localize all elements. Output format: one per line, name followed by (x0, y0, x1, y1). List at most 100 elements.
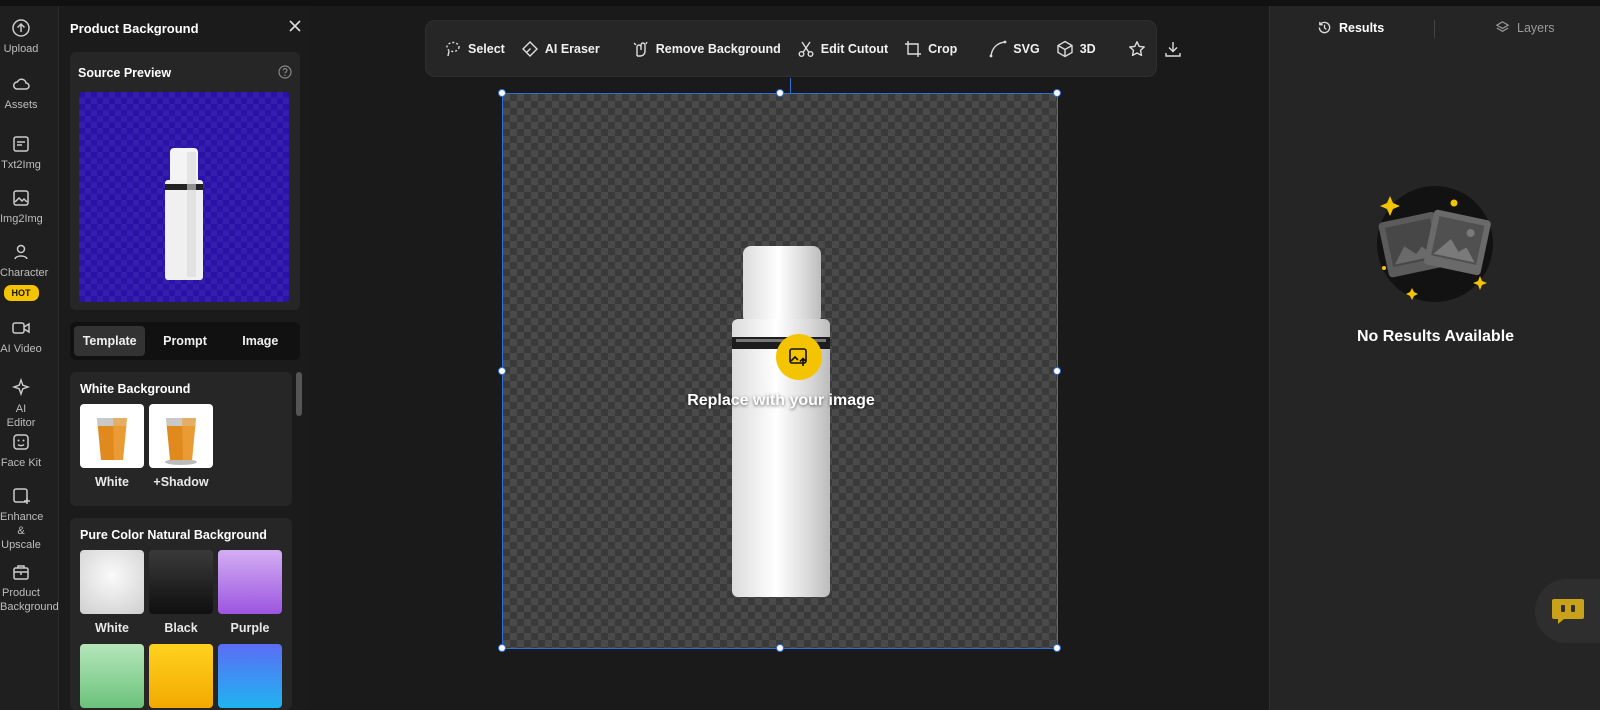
rail-item-enhance[interactable]: Enhance & Upscale (0, 486, 44, 552)
image-upload-icon (789, 348, 807, 366)
color-purple[interactable] (218, 550, 282, 614)
lasso-icon (446, 41, 460, 56)
3d-button[interactable]: 3D (1056, 40, 1096, 58)
template-label: +Shadow (153, 475, 209, 489)
color-label: Black (164, 621, 198, 635)
resize-handle-top[interactable] (776, 89, 784, 97)
resize-handle-top-left[interactable] (498, 89, 506, 97)
favorite-button[interactable] (1128, 40, 1146, 58)
rail-item-ai-video[interactable]: AI Video (0, 318, 42, 356)
tab-image[interactable]: Image (225, 326, 296, 356)
remove-bg-icon (633, 41, 648, 57)
rail-label-txt2img: Txt2Img (1, 159, 41, 171)
rail-label-face-kit: Face Kit (0, 457, 42, 469)
template-white[interactable] (80, 404, 144, 468)
edit-cutout-button[interactable]: Edit Cutout (797, 40, 888, 58)
color-yellow[interactable] (149, 644, 213, 708)
select-label: Select (468, 41, 505, 56)
source-preview-image (79, 92, 289, 302)
editor-toolbar: Select AI Eraser Remove Background Edit … (425, 20, 1181, 77)
rail-label-enhance: Enhance & Upscale (0, 511, 44, 551)
source-preview-title: Source Preview (78, 66, 172, 80)
product-background-panel: Product Background Source Preview Templa… (60, 6, 310, 710)
color-black[interactable] (149, 550, 213, 614)
download-icon (1164, 41, 1181, 57)
video-icon (12, 322, 30, 334)
tab-prompt[interactable]: Prompt (149, 326, 220, 356)
rail-item-product-background[interactable]: Product Background (0, 562, 59, 614)
rail-item-face-kit[interactable]: Face Kit (0, 432, 42, 470)
tab-layers[interactable]: Layers (1495, 20, 1555, 35)
color-white[interactable] (80, 550, 144, 614)
canvas-image-frame[interactable]: Replace with your image (498, 89, 1061, 652)
canvas-area: Select AI Eraser Remove Background Edit … (310, 6, 1269, 710)
remove-background-label: Remove Background (655, 41, 781, 56)
sidebar-scrollbar[interactable] (296, 372, 302, 416)
enhance-icon (13, 488, 30, 504)
chat-icon (1551, 599, 1584, 624)
ai-eraser-button[interactable]: AI Eraser (521, 40, 600, 58)
crop-button[interactable]: Crop (904, 40, 957, 58)
svg-label: SVG (1013, 41, 1040, 56)
template-label: White (94, 475, 130, 489)
cup-thumbnail (165, 418, 197, 465)
color-blue[interactable] (218, 644, 282, 708)
resize-handle-bottom-right[interactable] (1053, 644, 1061, 652)
template-white-shadow[interactable] (149, 404, 213, 468)
resize-handle-top-right[interactable] (1053, 89, 1061, 97)
cup-thumbnail (97, 418, 127, 460)
download-button[interactable] (1164, 40, 1182, 58)
tab-template[interactable]: Template (74, 326, 146, 356)
text-image-icon (13, 136, 29, 152)
rail-item-character[interactable]: Character HOT (0, 242, 48, 301)
image-icon (13, 190, 29, 206)
pure-color-title: Pure Color Natural Background (80, 528, 267, 542)
remove-background-button[interactable]: Remove Background (632, 40, 781, 58)
chat-button[interactable] (1535, 579, 1600, 643)
rail-label-ai-video: AI Video (0, 343, 42, 355)
rail-label-assets: Assets (4, 99, 38, 111)
rotate-handle-stem (790, 78, 791, 93)
empty-results-illustration (1377, 186, 1493, 302)
scissors-icon (798, 41, 814, 57)
white-background-section: White Background White +Shadow (70, 372, 292, 506)
replace-image-button[interactable] (776, 334, 822, 380)
edit-cutout-label: Edit Cutout (820, 41, 889, 56)
select-button[interactable]: Select (444, 40, 505, 58)
resize-handle-bottom-left[interactable] (498, 644, 506, 652)
rail-item-ai-editor[interactable]: AI Editor (0, 378, 42, 430)
svg-button[interactable]: SVG (989, 40, 1040, 58)
rail-item-img2img[interactable]: Img2Img (0, 188, 43, 226)
close-button[interactable] (288, 19, 302, 38)
cloud-icon (12, 78, 30, 90)
rail-item-txt2img[interactable]: Txt2Img (0, 134, 42, 172)
panel-header: Product Background (70, 20, 302, 40)
crop-label: Crop (928, 41, 958, 56)
help-icon (278, 65, 292, 79)
rail-label-upload: Upload (3, 43, 39, 55)
star-icon (1128, 40, 1145, 56)
color-green[interactable] (80, 644, 144, 708)
pen-curve-icon (989, 40, 1007, 57)
resize-handle-left[interactable] (498, 367, 506, 375)
3d-label: 3D (1079, 41, 1096, 56)
no-results-text: No Results Available (1356, 328, 1515, 345)
resize-handle-right[interactable] (1053, 367, 1061, 375)
rail-label-product-background: Product Background (0, 587, 59, 613)
tool-rail: Upload Assets Txt2Img Img2Img Character … (0, 6, 59, 710)
rail-item-assets[interactable]: Assets (0, 74, 42, 112)
ai-eraser-label: AI Eraser (544, 41, 600, 56)
resize-handle-bottom[interactable] (776, 644, 784, 652)
crop-icon (905, 40, 922, 57)
mode-tabs: Template Prompt Image (70, 322, 300, 360)
replace-image-text: Replace with your image (687, 392, 875, 409)
cube-icon (1057, 40, 1073, 57)
tab-results[interactable]: Results (1317, 20, 1384, 35)
character-icon (14, 244, 28, 260)
help-button[interactable] (278, 65, 292, 84)
color-label: White (94, 621, 130, 635)
rail-item-upload[interactable]: Upload (0, 18, 42, 56)
close-icon (289, 20, 301, 32)
eraser-icon (521, 40, 538, 57)
bottle-thumbnail (165, 148, 203, 280)
